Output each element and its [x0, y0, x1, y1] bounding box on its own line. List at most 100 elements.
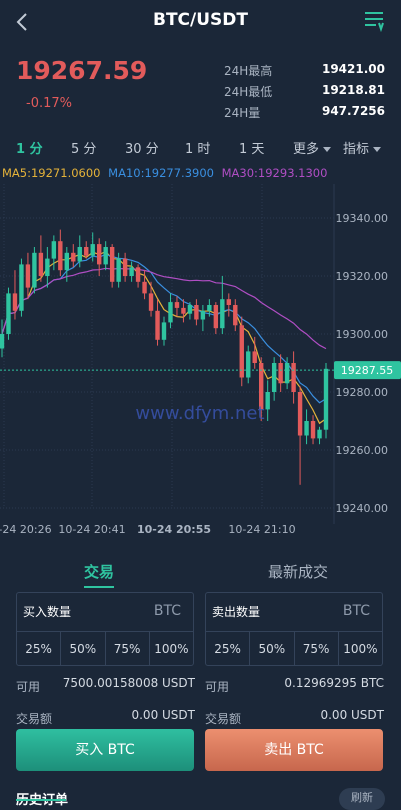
tab-5min[interactable]: 5 分: [71, 138, 96, 157]
sell-50-percent[interactable]: 50%: [249, 632, 293, 666]
candle-body: [12, 293, 18, 311]
sell-available-value: 0.12969295 BTC: [284, 676, 384, 690]
candle-body: [25, 264, 31, 288]
x-tick-label: 10-24 21:10: [228, 523, 295, 536]
sell-quantity-box[interactable]: 卖出数量 BTC 25% 50% 75% 100%: [205, 592, 383, 666]
menu-list-icon[interactable]: [363, 10, 385, 32]
tab-30min[interactable]: 30 分: [125, 138, 159, 157]
stat-low-value: 19218.81: [321, 83, 385, 97]
sell-btc-button[interactable]: 卖出 BTC: [205, 729, 383, 771]
sell-amount-value: 0.00 USDT: [320, 708, 384, 722]
interval-tabs: 1 分 5 分 30 分 1 时 1 天 更多 指标: [0, 134, 401, 158]
page-title: BTC/USDT: [153, 10, 248, 30]
candle-body: [38, 252, 44, 276]
candle-body: [265, 392, 270, 410]
buy-amount-value: 0.00 USDT: [131, 708, 195, 722]
ma30-value: MA30:19293.1300: [221, 166, 328, 180]
y-tick-label: 19320.00: [336, 270, 389, 283]
y-tick-label: 19240.00: [336, 502, 389, 515]
candle-body: [271, 363, 277, 392]
buy-percent-row: 25% 50% 75% 100%: [17, 631, 193, 666]
y-tick-label: 19280.00: [336, 386, 389, 399]
candle-body: [90, 244, 95, 256]
buy-25-percent[interactable]: 25%: [17, 632, 60, 666]
ma-legend: MA5:19271.0600 MA10:19277.3900 MA30:1929…: [2, 166, 331, 180]
tab-indicators-label: 指标: [343, 142, 370, 157]
buy-50-percent[interactable]: 50%: [60, 632, 104, 666]
candle-body: [168, 302, 173, 323]
refresh-button[interactable]: 刷新: [339, 788, 385, 810]
candle-body: [58, 241, 63, 271]
buy-75-percent[interactable]: 75%: [104, 632, 149, 666]
stat-high-label: 24H最高: [224, 64, 273, 78]
tab-1min[interactable]: 1 分: [16, 138, 43, 157]
stat-low-label: 24H最低: [224, 85, 273, 99]
buy-quantity-box[interactable]: 买入数量 BTC 25% 50% 75% 100%: [16, 592, 194, 666]
candle-body: [142, 281, 147, 294]
ma10-value: MA10:19277.3900: [108, 166, 214, 180]
price-change-percent: -0.17%: [26, 96, 72, 111]
buy-available-value: 7500.00158008 USDT: [62, 676, 195, 690]
caret-down-icon: [323, 147, 332, 152]
candle-body: [32, 252, 37, 288]
tab-more[interactable]: 更多: [293, 138, 332, 157]
candle-body: [129, 267, 134, 276]
candle-body: [226, 299, 231, 305]
y-tick-label: 19300.00: [336, 328, 389, 341]
last-price: 19267.59: [16, 56, 148, 85]
tab-1day[interactable]: 1 天: [239, 138, 264, 157]
ma5-value: MA5:19271.0600: [2, 166, 101, 180]
tab-trade[interactable]: 交易: [84, 561, 114, 582]
candle-body: [252, 351, 257, 363]
candle-body: [71, 252, 76, 262]
current-price-label: 19287.55: [341, 364, 394, 377]
candle-body: [19, 264, 24, 311]
sell-unit: BTC: [342, 603, 370, 619]
candle-body: [187, 305, 193, 314]
watermark-text: www.dfym.net: [135, 403, 264, 424]
buy-100-percent[interactable]: 100%: [148, 632, 193, 666]
candle-body: [0, 334, 5, 349]
candle-body: [207, 305, 212, 311]
y-tick-label: 19340.00: [336, 212, 389, 225]
sell-quantity-label: 卖出数量: [212, 605, 261, 619]
sell-25-percent[interactable]: 25%: [206, 632, 249, 666]
stat-volume-label: 24H量: [224, 106, 261, 120]
candle-body: [194, 305, 199, 320]
candle-body: [77, 247, 82, 262]
candle-body: [45, 258, 50, 276]
tab-1hour[interactable]: 1 时: [185, 138, 210, 157]
candle-body: [109, 247, 115, 282]
candle-body: [84, 247, 89, 256]
candle-body: [304, 421, 309, 436]
candle-body: [284, 363, 290, 384]
candle-body: [291, 363, 296, 392]
candle-body: [213, 305, 219, 329]
candle-body: [155, 310, 160, 340]
caret-down-icon: [373, 147, 382, 152]
buy-quantity-label: 买入数量: [23, 605, 72, 619]
tab-indicators[interactable]: 指标: [343, 138, 382, 157]
candle-body: [181, 307, 186, 314]
candle-body: [310, 421, 316, 439]
stat-volume-value: 947.7256: [321, 104, 385, 118]
sell-75-percent[interactable]: 75%: [293, 632, 338, 666]
x-tick-label: 10-24 20:26: [0, 523, 52, 536]
kline-chart[interactable]: 19340.00 19320.00 19300.00 19280.00 19260.00…: [0, 184, 401, 536]
tab-latest-deals[interactable]: 最新成交: [268, 561, 328, 582]
candle-body: [116, 258, 121, 282]
candle-body: [246, 351, 251, 378]
x-tick-label: 10-24 20:55: [137, 523, 211, 536]
candle-body: [51, 241, 57, 259]
sell-100-percent[interactable]: 100%: [337, 632, 382, 666]
candle-body: [200, 310, 206, 320]
buy-btc-button[interactable]: 买入 BTC: [16, 729, 194, 771]
stat-high-value: 19421.00: [321, 62, 385, 76]
buy-amount-label: 交易额: [16, 712, 53, 726]
y-tick-label: 19260.00: [336, 444, 389, 457]
buy-unit: BTC: [153, 603, 181, 619]
tab-more-label: 更多: [293, 142, 320, 157]
sell-amount-label: 交易额: [205, 712, 242, 726]
buy-available-label: 可用: [16, 680, 41, 694]
candle-body: [220, 299, 225, 329]
